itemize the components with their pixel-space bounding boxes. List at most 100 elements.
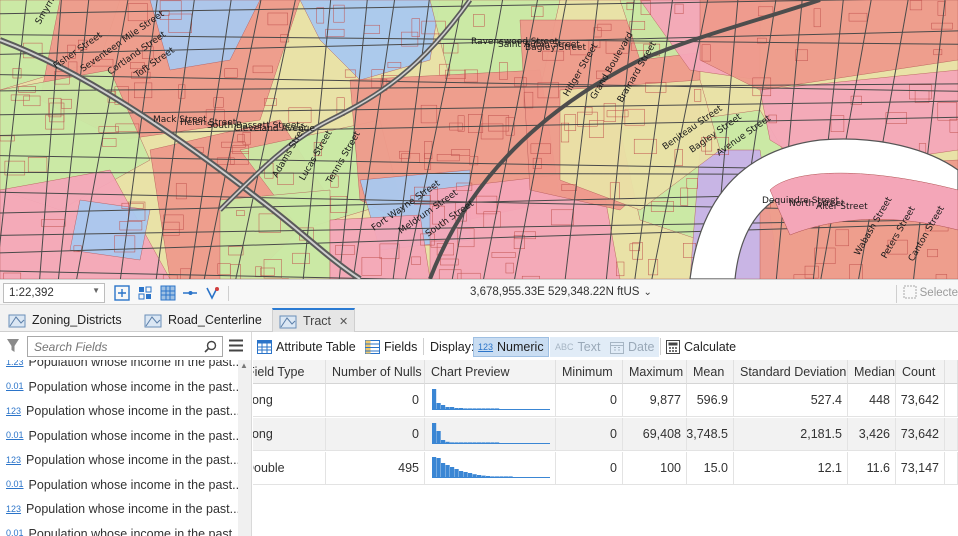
histogram-bar (454, 442, 459, 443)
close-icon[interactable]: ✕ (339, 315, 348, 328)
field-list-item[interactable]: 123 Population whose income in the past..… (0, 448, 238, 473)
tab-label: Tract (303, 314, 332, 328)
histogram-bar (441, 405, 446, 409)
cell-overflow (945, 384, 958, 417)
map-view[interactable]: Smyrna StreetToft StreetCleveland Avenue… (0, 0, 958, 279)
zoning-map[interactable]: Smyrna StreetToft StreetCleveland Avenue… (0, 0, 958, 279)
histogram-bar (481, 475, 486, 477)
cell-mean: 15.0 (687, 452, 734, 485)
search-fields-input[interactable] (28, 337, 198, 356)
header-median[interactable]: Median (848, 360, 896, 384)
histogram-bar (459, 471, 464, 477)
double-field-icon: 0.01 (6, 528, 24, 536)
field-list-item[interactable]: 0.01 Population whose income in the past.… (0, 522, 238, 536)
attribute-table-button[interactable]: Attribute Table (257, 337, 356, 356)
fields-pane: 1.23 Population whose income in the past.… (0, 332, 252, 536)
grid-snap-icon[interactable] (137, 285, 153, 301)
histogram-bar (459, 408, 464, 409)
tab-tract[interactable]: Tract ✕ (272, 308, 356, 332)
field-list-item[interactable]: 0.01 Population whose income in the past.… (0, 473, 238, 498)
field-list-item[interactable]: 123 Population whose income in the past..… (0, 497, 238, 522)
histogram-bar (454, 408, 459, 409)
text-icon: ABC (555, 342, 574, 352)
field-name: Population whose income in the past... (28, 360, 238, 370)
header-standard-deviation[interactable]: Standard Deviation (734, 360, 848, 384)
histogram-bar (441, 463, 446, 477)
menu-icon[interactable] (229, 339, 243, 352)
histogram-bar (472, 408, 477, 409)
double-field-icon: 0.01 (6, 430, 24, 441)
histogram-chart (432, 457, 550, 478)
table-icon (257, 339, 272, 354)
cell-mean: 3,748.5 (687, 418, 734, 451)
calculator-icon (666, 339, 680, 354)
histogram-bar (490, 476, 495, 477)
chevron-down-icon: ⌄ (643, 287, 652, 298)
double-field-icon: 0.01 (6, 381, 24, 392)
field-list-item[interactable]: 1.23 Population whose income in the past.… (0, 360, 238, 375)
cell-median: 3,426 (848, 418, 896, 451)
coordinate-readout[interactable]: 3,678,955.33E 529,348.22N ftUS ⌄ (470, 286, 652, 298)
street-label: Ravenswood Street (471, 37, 559, 47)
chart-preview-histogram (425, 418, 556, 451)
attribute-table-label: Attribute Table (276, 339, 356, 354)
field-name: Population whose income in the past... (28, 526, 238, 536)
search-icon[interactable] (204, 340, 217, 353)
header-count[interactable]: Count (896, 360, 945, 384)
cell-median: 448 (848, 384, 896, 417)
selected-features[interactable]: Selecte (895, 285, 958, 303)
header-maximum[interactable]: Maximum (623, 360, 687, 384)
tab-road-centerline[interactable]: Road_Centerline (138, 308, 268, 332)
constraints-icon[interactable] (182, 285, 198, 301)
double-field-icon: 0.01 (6, 479, 24, 490)
street-label: Mack Street (153, 115, 207, 125)
display-date-toggle[interactable]: Date (605, 337, 660, 357)
integer-field-icon: 123 (6, 405, 22, 416)
histogram-chart (432, 423, 550, 444)
field-list-item[interactable]: 0.01 Population whose income in the past.… (0, 424, 238, 449)
histogram-bar (454, 469, 459, 477)
grid-icon[interactable] (160, 285, 176, 301)
fields-view-button[interactable]: Fields (365, 337, 417, 356)
display-numeric-toggle[interactable]: 123 Numeric (473, 337, 549, 357)
cell-nulls: 495 (326, 452, 425, 485)
filter-icon[interactable] (6, 338, 20, 354)
map-scale-selector[interactable]: 1:22,392 ▼ (3, 283, 105, 303)
histogram-bar (495, 442, 500, 443)
header-field-type[interactable]: Field Type (253, 360, 326, 384)
histogram-bar (472, 474, 477, 477)
display-text-toggle[interactable]: ABC Text (550, 337, 606, 357)
header-chart-preview[interactable]: Chart Preview (425, 360, 556, 384)
divider (660, 338, 661, 355)
header-mean[interactable]: Mean (687, 360, 734, 384)
histogram-bar (445, 407, 450, 409)
histogram-bar (477, 442, 482, 443)
snapping-icon[interactable] (204, 285, 220, 301)
header-number-of-nulls[interactable]: Number of Nulls (326, 360, 425, 384)
field-list-item[interactable]: 123 Population whose income in the past..… (0, 399, 238, 424)
calculate-label: Calculate (684, 339, 737, 354)
search-fields-box[interactable] (27, 336, 223, 357)
table-layer-icon (279, 315, 297, 329)
scroll-up-icon[interactable]: ▲ (240, 361, 248, 370)
date-label: Date (628, 340, 655, 354)
field-list-scrollbar[interactable]: ▲ (238, 360, 251, 536)
tab-zoning-districts[interactable]: Zoning_Districts (2, 308, 128, 332)
histogram-bar (463, 408, 468, 409)
header-minimum[interactable]: Minimum (556, 360, 623, 384)
histogram-chart (432, 389, 550, 410)
map-status-bar: 1:22,392 ▼ 3,678,955.33E 529,348.22N ftU… (0, 279, 958, 305)
histogram-bar (490, 442, 495, 443)
cell-maximum: 9,877 (623, 384, 687, 417)
cell-overflow (945, 418, 958, 451)
chart-preview-histogram (425, 452, 556, 485)
integer-field-icon: 1.23 (6, 360, 24, 367)
histogram-bar (432, 389, 437, 409)
fixed-zoom-in-icon[interactable] (114, 285, 130, 301)
numeric-icon: 123 (478, 342, 494, 352)
field-name: Population whose income in the past... (28, 428, 238, 443)
field-list-item[interactable]: 0.01 Population whose income in the past.… (0, 375, 238, 400)
field-name: Population whose income in the past... (26, 453, 238, 468)
cell-std: 2,181.5 (734, 418, 848, 451)
calculate-button[interactable]: Calculate (666, 337, 736, 356)
